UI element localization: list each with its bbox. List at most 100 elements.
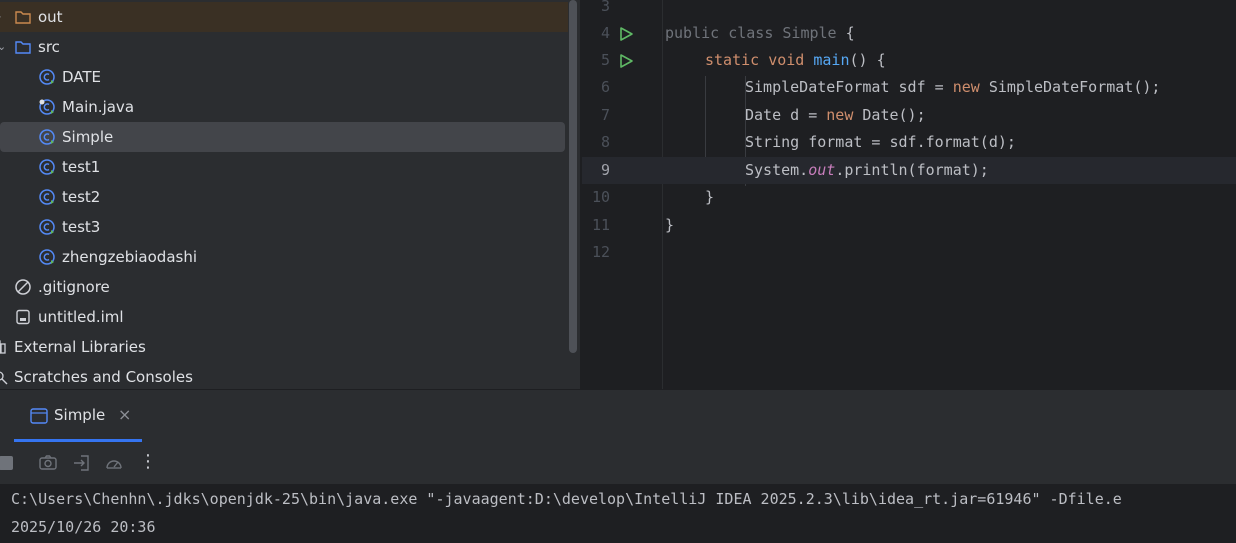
tree-item-label: DATE: [62, 68, 102, 86]
tree-item-label: Scratches and Consoles: [14, 368, 193, 386]
line-number: 7: [600, 106, 610, 124]
tree-item-src[interactable]: ⌄ src: [0, 32, 568, 62]
code-line: 12: [582, 239, 1236, 266]
camera-icon[interactable]: [38, 453, 58, 473]
code-text: String format = sdf.format(d);: [745, 133, 1016, 151]
run-gutter-icon[interactable]: [618, 26, 634, 42]
java-class-icon: [39, 159, 55, 175]
folder-icon: [15, 11, 31, 24]
tree-item-test2[interactable]: test2: [0, 182, 568, 212]
tree-item-out[interactable]: › out: [0, 2, 568, 32]
java-class-icon: [39, 189, 55, 205]
tree-item-label: Main.java: [62, 98, 135, 116]
more-options-icon[interactable]: ⋮: [139, 451, 157, 472]
ignore-file-icon: [15, 279, 31, 295]
project-tree: › out ⌄ src DATE Main.java Simple t: [0, 0, 580, 389]
method-name: main: [813, 51, 850, 69]
source-folder-icon: [15, 41, 31, 54]
line-number: 6: [600, 78, 610, 96]
java-file-icon: [39, 99, 55, 115]
code-line: 7 Date d = new Date();: [582, 102, 1236, 129]
run-tool-window-tabs: Simple ×: [0, 389, 1236, 443]
code-text: public class Simple {: [665, 20, 855, 47]
tree-item-main-java[interactable]: Main.java: [0, 92, 568, 122]
tree-item-label: Simple: [62, 128, 114, 146]
tree-item-label: src: [38, 38, 60, 56]
module-file-icon: [16, 309, 30, 325]
console-line: C:\Users\Chenhn\.jdks\openjdk-25\bin\jav…: [11, 490, 1122, 508]
close-icon[interactable]: ×: [118, 405, 131, 424]
tree-item-label: out: [38, 8, 63, 26]
code-line: 10 }: [582, 184, 1236, 211]
line-number: 11: [591, 216, 610, 234]
chevron-right-icon[interactable]: ›: [0, 2, 1, 32]
code-line: 11 }: [582, 212, 1236, 239]
class-name: Simple: [782, 24, 837, 42]
code-line-current: 9 System.out.println(format);: [582, 157, 1236, 184]
code-part: System.: [745, 161, 809, 179]
code-part: .println(format);: [835, 161, 989, 179]
code-text: }: [665, 216, 675, 234]
tree-item-external-libraries[interactable]: External Libraries: [0, 332, 568, 362]
tree-item-untitled-iml[interactable]: untitled.iml: [0, 302, 568, 332]
code-line: 4 public class Simple {: [582, 20, 1236, 47]
code-line: 5 static void main() {: [582, 47, 1236, 74]
tree-item-label: test2: [62, 188, 101, 206]
console-output[interactable]: C:\Users\Chenhn\.jdks\openjdk-25\bin\jav…: [0, 484, 1236, 543]
code-part: Date();: [853, 106, 926, 124]
scratches-icon: [0, 371, 8, 385]
line-number: 4: [600, 24, 610, 42]
tree-item-label: .gitignore: [38, 278, 110, 296]
code-part: SimpleDateFormat sdf =: [745, 78, 953, 96]
line-number: 8: [600, 133, 610, 151]
java-class-icon: [39, 249, 55, 265]
tree-item-label: untitled.iml: [38, 308, 124, 326]
keyword: new: [826, 106, 854, 124]
tree-item-test3[interactable]: test3: [0, 212, 568, 242]
code-text: SimpleDateFormat sdf = new SimpleDateFor…: [745, 74, 1160, 101]
keyword: void: [768, 51, 805, 69]
tree-item-date[interactable]: DATE: [0, 62, 568, 92]
stop-icon[interactable]: [0, 453, 16, 473]
line-number: 10: [591, 188, 610, 206]
keyword: static: [705, 51, 760, 69]
code-line: 8 String format = sdf.format(d);: [582, 129, 1236, 156]
code-text: System.out.println(format);: [745, 157, 989, 184]
console-line: 2025/10/26 20:36: [11, 518, 156, 536]
tree-item-test1[interactable]: test1: [0, 152, 568, 182]
keyword: public: [665, 24, 720, 42]
tree-item-label: External Libraries: [14, 338, 146, 356]
tab-simple[interactable]: Simple ×: [14, 390, 142, 442]
code-line: 3: [582, 0, 1236, 20]
code-text: Date d = new Date();: [745, 102, 926, 129]
code-part: Date d =: [745, 106, 827, 124]
brace: {: [845, 24, 855, 42]
keyword: class: [728, 24, 774, 42]
tree-item-label: zhengzebiaodashi: [62, 248, 197, 266]
punct: () {: [849, 51, 886, 69]
profiler-icon[interactable]: [104, 453, 124, 473]
tab-label: Simple: [54, 406, 106, 424]
java-class-icon: [39, 129, 55, 145]
console-icon: [30, 408, 48, 424]
tree-item-scratches[interactable]: Scratches and Consoles: [0, 362, 568, 389]
library-icon: [0, 340, 6, 354]
tree-scrollbar[interactable]: [569, 0, 577, 353]
tree-item-zhengzebiaodashi[interactable]: zhengzebiaodashi: [0, 242, 568, 272]
chevron-down-icon[interactable]: ⌄: [0, 32, 6, 62]
code-part: SimpleDateFormat();: [979, 78, 1161, 96]
code-editor[interactable]: 3 4 public class Simple { 5 static void …: [582, 0, 1236, 389]
static-field: out: [808, 161, 836, 179]
line-number: 9: [600, 161, 610, 179]
line-number: 3: [600, 0, 610, 15]
tree-item-label: test1: [62, 158, 101, 176]
tree-item-gitignore[interactable]: .gitignore: [0, 272, 568, 302]
tree-item-simple[interactable]: Simple: [0, 122, 565, 152]
line-number: 12: [591, 243, 610, 261]
keyword: new: [952, 78, 980, 96]
exit-icon[interactable]: [72, 453, 92, 473]
run-toolbar: ⋮: [0, 442, 1236, 484]
line-number: 5: [600, 51, 610, 69]
code-text: }: [705, 188, 715, 206]
run-gutter-icon[interactable]: [618, 53, 634, 69]
